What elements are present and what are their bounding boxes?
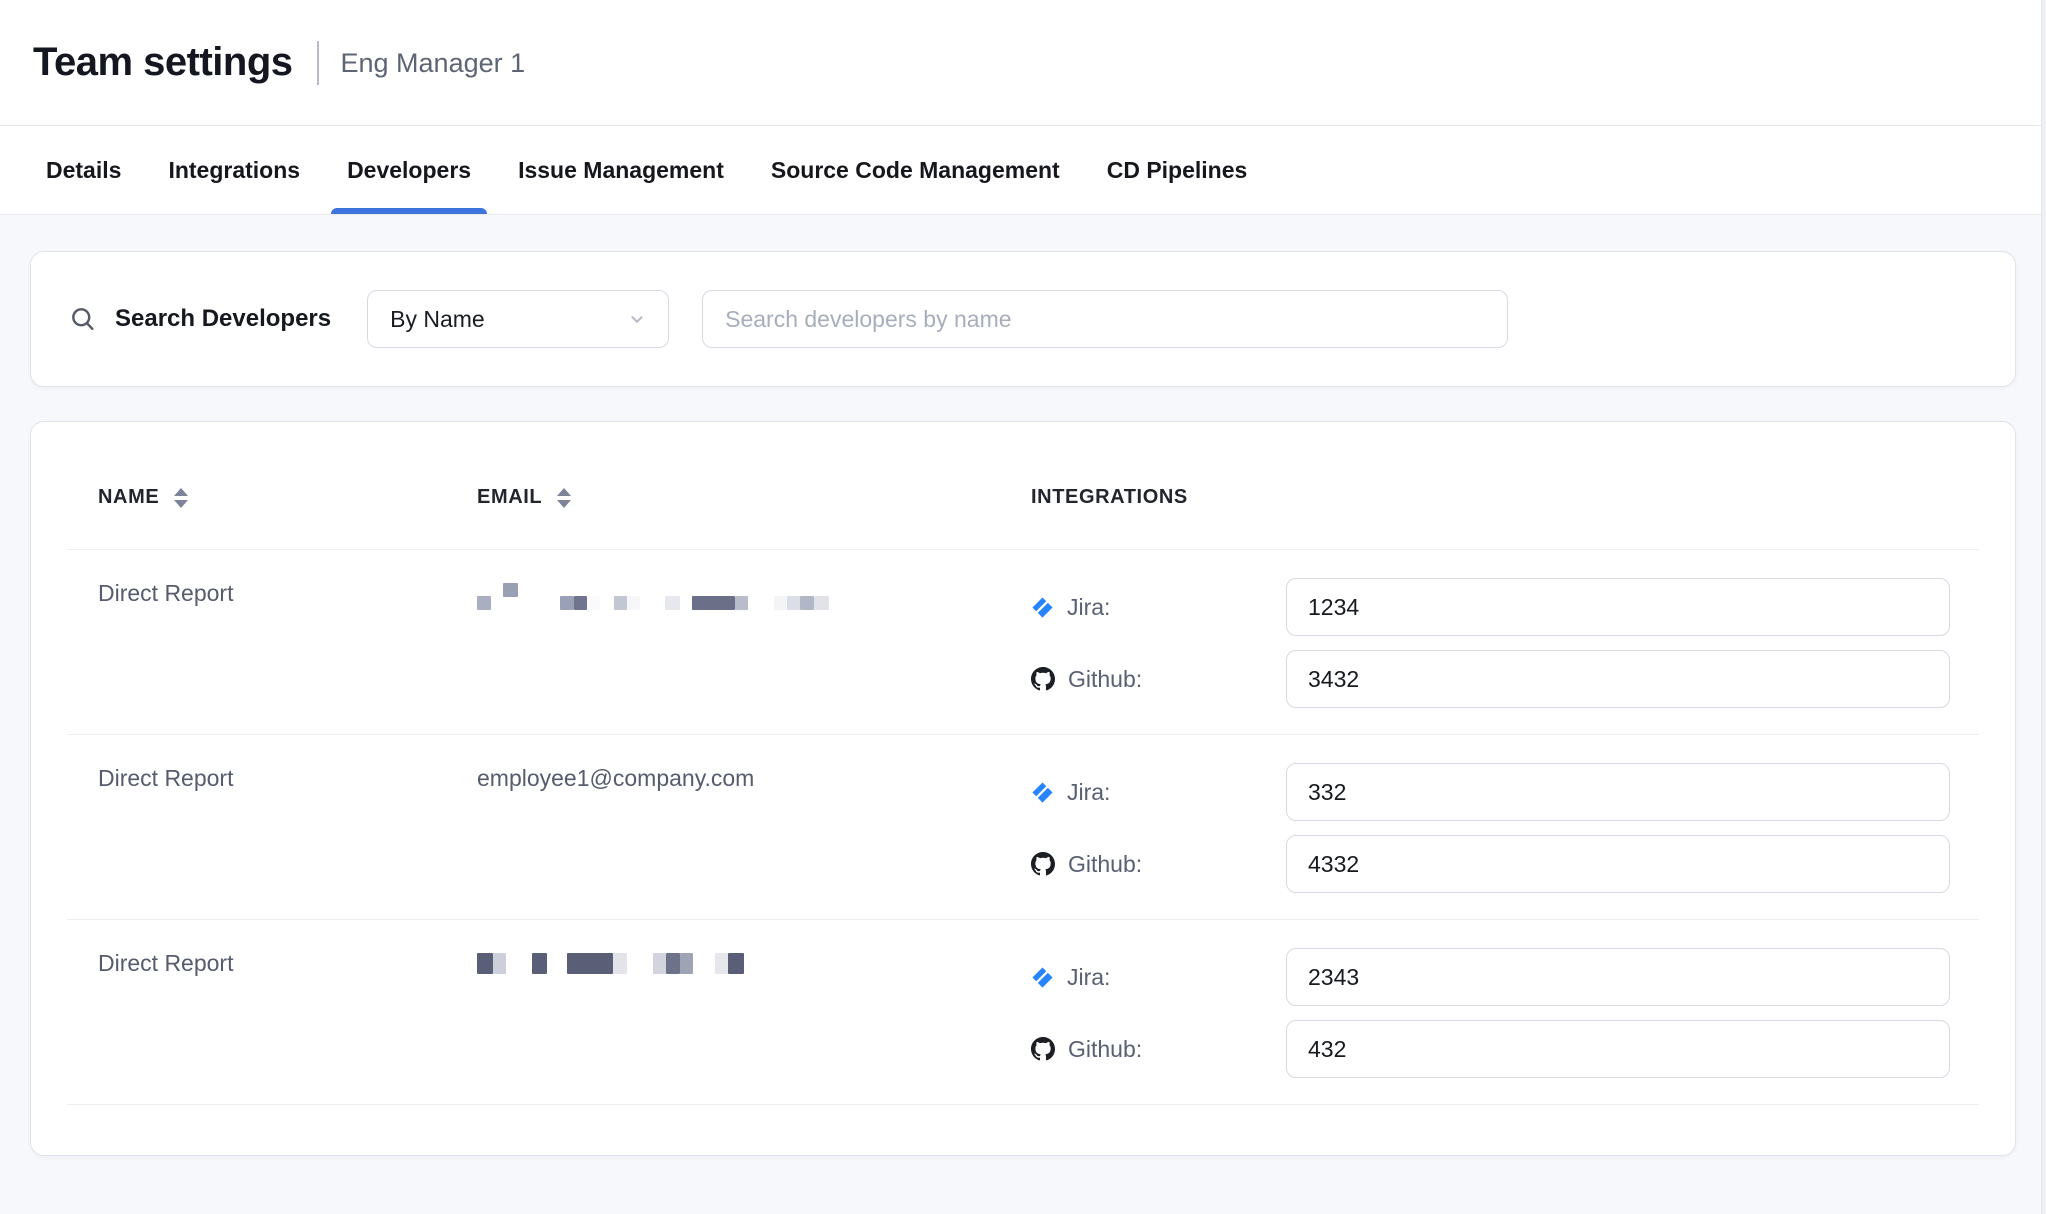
- table-row: Direct Report Jira:: [67, 920, 1979, 1105]
- page-title: Team settings: [33, 40, 293, 85]
- github-icon: [1031, 1037, 1055, 1061]
- column-header-integrations: INTEGRATIONS: [1031, 486, 1979, 509]
- tab-cd-pipelines[interactable]: CD Pipelines: [1107, 126, 1248, 214]
- integrations-cell: Jira: Github:: [1031, 578, 1979, 708]
- table-header-row: NAME EMAIL INTEGRATIONS: [67, 422, 1979, 550]
- search-filter-select[interactable]: By Name: [367, 290, 669, 348]
- github-label: Github:: [1068, 666, 1142, 693]
- title-divider: [317, 41, 319, 85]
- github-label: Github:: [1068, 1036, 1142, 1063]
- scrollbar-track[interactable]: [2041, 0, 2046, 1214]
- jira-id-input[interactable]: [1286, 578, 1950, 636]
- github-integration-row: Github:: [1031, 650, 1950, 708]
- column-label-name: NAME: [98, 486, 159, 509]
- jira-integration-row: Jira:: [1031, 578, 1950, 636]
- developer-email: [477, 948, 1031, 1078]
- jira-icon: [1031, 781, 1054, 804]
- column-label-integrations: INTEGRATIONS: [1031, 486, 1188, 509]
- tab-source-code-management[interactable]: Source Code Management: [771, 126, 1060, 214]
- jira-icon: [1031, 966, 1054, 989]
- tab-bar: Details Integrations Developers Issue Ma…: [0, 126, 2046, 215]
- search-developers-label: Search Developers: [115, 305, 331, 333]
- sort-icon[interactable]: [557, 488, 571, 508]
- jira-label: Jira:: [1067, 779, 1110, 806]
- search-section: Search Developers By Name: [30, 251, 2016, 387]
- jira-id-input[interactable]: [1286, 948, 1950, 1006]
- sort-icon[interactable]: [174, 488, 188, 508]
- column-header-name[interactable]: NAME: [67, 486, 477, 509]
- title-bar: Team settings Eng Manager 1: [0, 0, 2046, 126]
- integrations-cell: Jira: Github:: [1031, 763, 1979, 893]
- jira-id-input[interactable]: [1286, 763, 1950, 821]
- jira-integration-row: Jira:: [1031, 948, 1950, 1006]
- github-integration-row: Github:: [1031, 1020, 1950, 1078]
- chevron-down-icon: [626, 308, 648, 330]
- table-row: Direct Report Jira:: [67, 550, 1979, 735]
- github-id-input[interactable]: [1286, 650, 1950, 708]
- redacted-email: [477, 581, 1031, 607]
- tab-details[interactable]: Details: [46, 126, 121, 214]
- team-name: Eng Manager 1: [341, 48, 526, 79]
- jira-label: Jira:: [1067, 594, 1110, 621]
- developers-table: NAME EMAIL INTEGRATIONS Direct Report: [30, 421, 2016, 1156]
- search-filter-value: By Name: [390, 306, 485, 333]
- github-label: Github:: [1068, 851, 1142, 878]
- search-input[interactable]: [702, 290, 1508, 348]
- github-integration-row: Github:: [1031, 835, 1950, 893]
- developer-name: Direct Report: [67, 948, 477, 1078]
- column-header-email[interactable]: EMAIL: [477, 486, 1031, 509]
- developer-email: [477, 578, 1031, 708]
- jira-label: Jira:: [1067, 964, 1110, 991]
- tab-issue-management[interactable]: Issue Management: [518, 126, 724, 214]
- column-label-email: EMAIL: [477, 486, 542, 509]
- developer-name: Direct Report: [67, 578, 477, 708]
- developer-name: Direct Report: [67, 763, 477, 893]
- github-id-input[interactable]: [1286, 835, 1950, 893]
- github-id-input[interactable]: [1286, 1020, 1950, 1078]
- github-icon: [1031, 667, 1055, 691]
- integrations-cell: Jira: Github:: [1031, 948, 1979, 1078]
- developer-email: employee1@company.com: [477, 763, 1031, 893]
- tab-integrations[interactable]: Integrations: [168, 126, 300, 214]
- jira-icon: [1031, 596, 1054, 619]
- search-icon: [69, 305, 97, 333]
- table-row: Direct Report employee1@company.com Jira…: [67, 735, 1979, 920]
- redacted-email: [477, 951, 1031, 977]
- github-icon: [1031, 852, 1055, 876]
- content-area: Search Developers By Name NAME EMAIL: [0, 215, 2046, 1156]
- jira-integration-row: Jira:: [1031, 763, 1950, 821]
- tab-developers[interactable]: Developers: [347, 126, 471, 214]
